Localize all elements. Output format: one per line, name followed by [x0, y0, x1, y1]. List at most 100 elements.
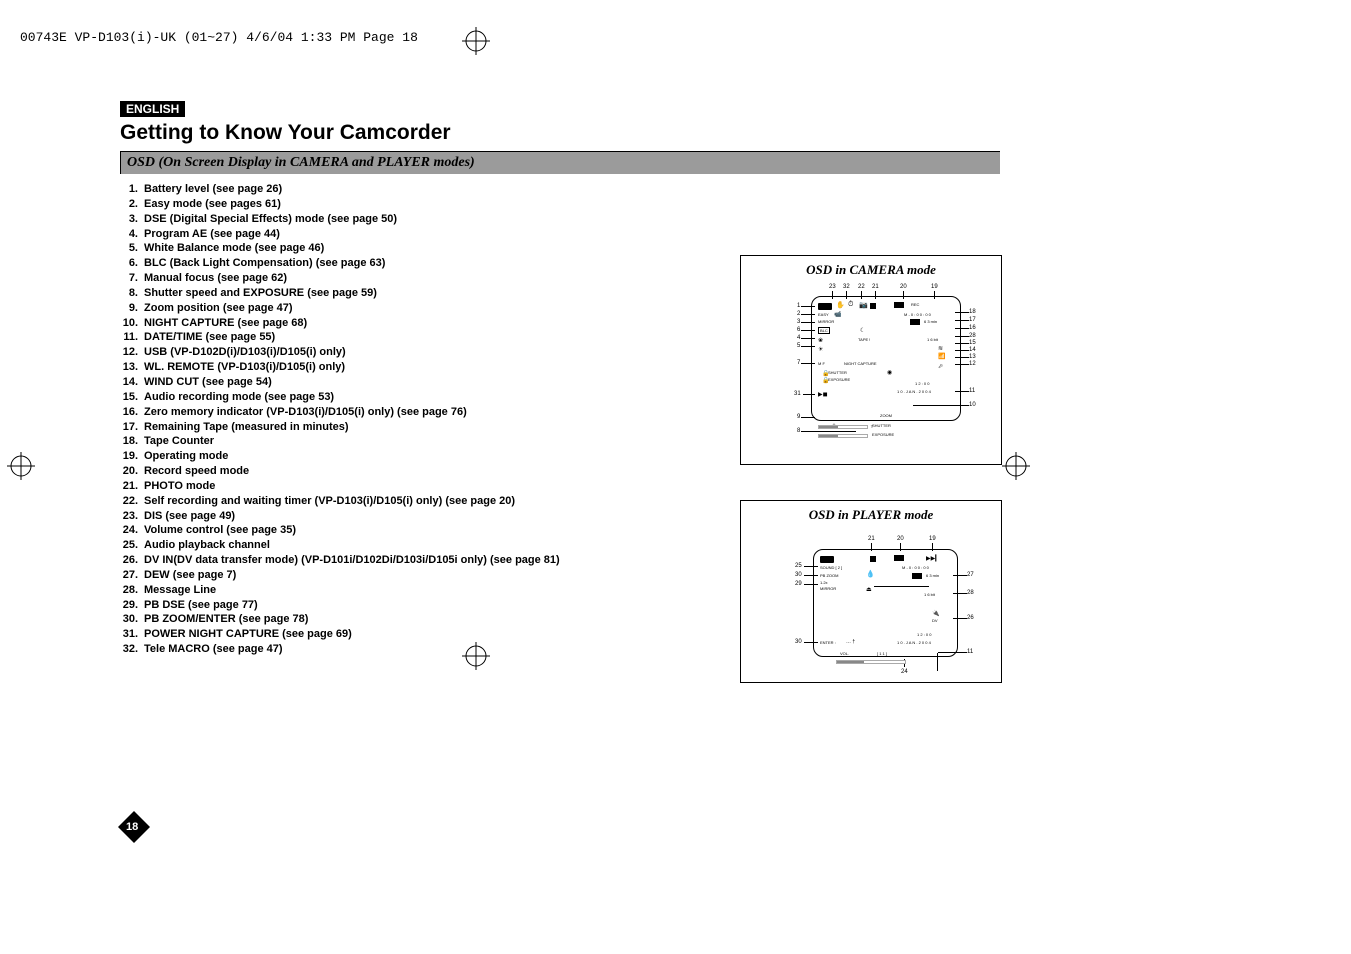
callout-num: 31	[794, 391, 801, 398]
list-num: 22.	[120, 494, 144, 509]
zoom-label: ZOOM	[880, 413, 892, 418]
tape-label: TAPE !	[858, 337, 870, 342]
callout-num: 19	[931, 284, 938, 291]
list-item: 20.Record speed mode	[120, 464, 1000, 479]
list-num: 4.	[120, 227, 144, 242]
list-num: 28.	[120, 583, 144, 598]
list-num: 27.	[120, 568, 144, 583]
list-text: Record speed mode	[144, 464, 249, 479]
list-item: 5.White Balance mode (see page 46)	[120, 241, 1000, 256]
list-text: Operating mode	[144, 449, 228, 464]
moon-icon: ☾	[860, 327, 865, 334]
page-number: 18	[126, 821, 138, 833]
date-label: 1 0 . J A N . 2 0 0 4	[897, 389, 931, 394]
hand-icon: ✋	[836, 301, 845, 309]
list-text: BLC (Back Light Compensation) (see page …	[144, 256, 385, 271]
osd-camera-diagram: OSD in CAMERA mode 23 32 22 21 20 19 1 2…	[740, 255, 1002, 465]
callout-num: 30	[795, 572, 802, 579]
mult-label: 1.2x	[820, 580, 828, 585]
list-text: PB ZOOM/ENTER (see page 78)	[144, 612, 308, 627]
stop-icon	[870, 556, 876, 562]
osd-screen: ✋ ⏱ 📷 REC EASY 📹 MIRROR BLC ☾ ❀ TAPE ! ☀…	[811, 296, 961, 421]
list-text: Manual focus (see page 62)	[144, 271, 287, 286]
list-num: 8.	[120, 286, 144, 301]
list-text: Shutter speed and EXPOSURE (see page 59)	[144, 286, 377, 301]
list-num: 29.	[120, 598, 144, 613]
page-number-badge: 18	[117, 810, 151, 849]
callout-num: 22	[858, 284, 865, 291]
stop-icon	[870, 303, 876, 309]
callout-num: 5	[797, 343, 800, 350]
callout-num: 18	[969, 309, 976, 316]
list-num: 12.	[120, 345, 144, 360]
mf-label: M F	[818, 361, 825, 366]
list-num: 10.	[120, 316, 144, 331]
remote-icon: 📶	[938, 353, 945, 360]
list-num: 20.	[120, 464, 144, 479]
list-num: 21.	[120, 479, 144, 494]
list-text: Battery level (see page 26)	[144, 182, 282, 197]
usb-icon: ⬀	[938, 363, 943, 370]
crop-mark-right	[1000, 450, 1032, 482]
callout-num: 6	[797, 327, 800, 334]
sound-label: SOUND [ 2 ]	[820, 565, 842, 570]
timer-icon: ⏱	[848, 301, 853, 309]
remain-label: 6 3 min	[926, 573, 939, 578]
list-num: 1.	[120, 182, 144, 197]
list-text: DEW (see page 7)	[144, 568, 236, 583]
pbzoom-label: PB ZOOM	[820, 573, 838, 578]
callout-num: 11	[969, 388, 975, 395]
sixteen-label: 1 6 bit	[924, 592, 935, 597]
list-text: Zero memory indicator (VP-D103(i)/D105(i…	[144, 405, 467, 420]
callout-num: 13	[969, 354, 976, 361]
camera-icon: 📹	[834, 311, 841, 318]
callout-num: 19	[929, 536, 936, 543]
exposure-slider	[818, 434, 868, 438]
list-text: NIGHT CAPTURE (see page 68)	[144, 316, 307, 331]
list-num: 5.	[120, 241, 144, 256]
list-item: 4.Program AE (see page 44)	[120, 227, 1000, 242]
shutter2-label: SHUTTER	[872, 423, 891, 428]
callout-num: 10	[969, 402, 976, 409]
list-num: 17.	[120, 420, 144, 435]
osd-camera-title: OSD in CAMERA mode	[741, 256, 1001, 278]
mirror-label: MIRROR	[820, 586, 836, 591]
easy-label: EASY	[818, 312, 829, 317]
play-icon: ▶▶▎	[926, 555, 940, 562]
callout-num: 29	[795, 581, 802, 588]
list-text: DIS (see page 49)	[144, 509, 235, 524]
list-text: DATE/TIME (see page 55)	[144, 330, 275, 345]
callout-num: 21	[872, 284, 879, 291]
dv-label: DV	[932, 618, 938, 623]
list-num: 3.	[120, 212, 144, 227]
callout-num: 1	[797, 303, 800, 310]
list-text: Tele MACRO (see page 47)	[144, 642, 283, 657]
callout-num: 4	[797, 335, 800, 342]
callout-num: 23	[829, 284, 836, 291]
blc-label: BLC	[818, 327, 830, 334]
power-night-icon: ▶◼	[818, 391, 828, 398]
dew-icon: ◉	[887, 369, 892, 376]
enter-label: ENTER :	[820, 640, 836, 645]
list-text: Zoom position (see page 47)	[144, 301, 293, 316]
arrows-icon: … †	[846, 639, 855, 645]
list-num: 25.	[120, 538, 144, 553]
shutter-label: SHUTTER	[828, 370, 847, 375]
osd-player-title: OSD in PLAYER mode	[741, 501, 1001, 523]
list-num: 7.	[120, 271, 144, 286]
shutter-slider	[818, 425, 868, 429]
sixteen-label: 1 6 bit	[927, 337, 938, 342]
callout-num: 3	[797, 319, 800, 326]
list-num: 32.	[120, 642, 144, 657]
crop-mark-left	[5, 450, 37, 482]
list-text: PB DSE (see page 77)	[144, 598, 258, 613]
list-num: 14.	[120, 375, 144, 390]
callout-num: 28	[969, 333, 976, 340]
callout-num: 7	[797, 360, 800, 367]
crop-mark-top	[460, 25, 492, 57]
list-text: USB (VP-D102D(i)/D103(i)/D105(i) only)	[144, 345, 346, 360]
sp-icon	[894, 302, 904, 308]
rec-label: REC	[911, 302, 919, 307]
list-item: 21.PHOTO mode	[120, 479, 1000, 494]
callout-num: 21	[868, 536, 875, 543]
